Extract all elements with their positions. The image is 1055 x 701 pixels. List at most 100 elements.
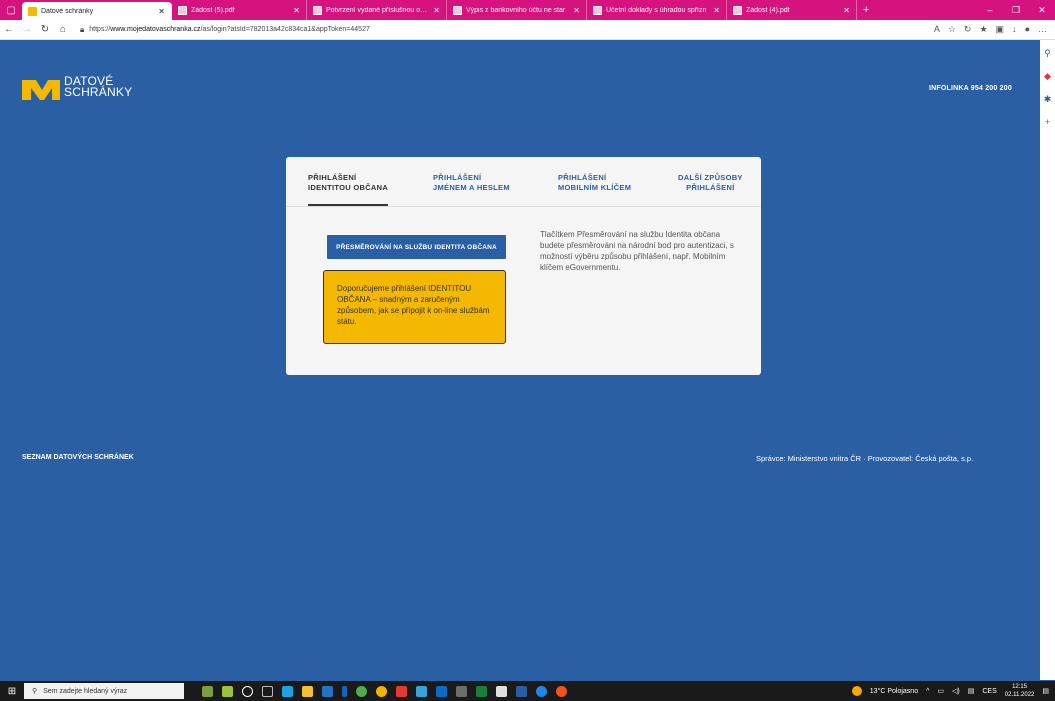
redirect-identita-obcana-button[interactable]: PŘESMĚROVÁNÍ NA SLUŽBU IDENTITA OBČANA [327, 235, 506, 259]
clock[interactable]: 12:15 02.11.2022 [1005, 683, 1035, 699]
url-path: /as/login?atsId=782013a42c834ca1&appToke… [200, 26, 370, 33]
collections-icon[interactable]: ▣ [996, 24, 1005, 35]
app-icon[interactable] [342, 685, 347, 697]
tab-title: Účetní doklady s úhradou spřízn [606, 6, 707, 14]
infoline-phone[interactable]: INFOLINKA 954 200 200 [929, 85, 1012, 92]
login-tabs: PŘIHLÁŠENÍ IDENTITOU OBČANA PŘIHLÁŠENÍ J… [286, 157, 761, 207]
seznam-datovych-schranek-link[interactable]: SEZNAM DATOVÝCH SCHRÁNEK [22, 454, 134, 461]
outlook-icon[interactable] [436, 685, 447, 697]
favorite-star-icon[interactable]: ☆ [948, 24, 956, 35]
close-window-icon[interactable]: ✕ [1029, 5, 1055, 16]
tab-label-line: IDENTITOU OBČANA [308, 183, 389, 192]
home-icon[interactable]: ⌂ [54, 24, 72, 35]
new-tab-button[interactable]: + [857, 4, 875, 16]
close-tab-icon[interactable]: ✕ [158, 7, 165, 16]
downloads-icon[interactable]: ↓ [1012, 24, 1017, 35]
tab-title: Výpis z bankovního účtu ne star [466, 6, 566, 14]
excel-icon[interactable] [476, 685, 487, 697]
app-icon[interactable] [396, 685, 407, 697]
tab-label-line: PŘIHLÁŠENÍ [308, 173, 357, 182]
pdf-favicon [593, 5, 602, 15]
search-icon[interactable]: ⚲ [1044, 48, 1051, 59]
windows-taskbar: ⊞ ⚲ Sem zadejte hledaný výraz 13°C Poloj… [0, 681, 1055, 701]
browser-tab[interactable]: Datové schránky ✕ [22, 2, 172, 20]
windows-start-icon[interactable]: ⊞ [0, 686, 24, 697]
refresh-extension-icon[interactable]: ↻ [964, 24, 972, 35]
tab-identita-obcana[interactable]: PŘIHLÁŠENÍ IDENTITOU OBČANA [308, 173, 388, 193]
favorites-icon[interactable]: ★ [979, 24, 987, 35]
extension-icon[interactable]: ✱ [1044, 94, 1052, 105]
tab-label-line: MOBILNÍM KLÍČEM [558, 183, 632, 192]
browser-tab[interactable]: Žádost (5).pdf ✕ [172, 0, 307, 20]
close-tab-icon[interactable]: ✕ [573, 6, 580, 15]
taskbar-search[interactable]: ⚲ Sem zadejte hledaný výraz [24, 683, 184, 699]
login-card: PŘIHLÁŠENÍ IDENTITOU OBČANA PŘIHLÁŠENÍ J… [286, 157, 761, 375]
minimize-icon[interactable]: – [977, 5, 1003, 16]
url-prefix: https:// [89, 26, 111, 33]
redirect-description: Tlačítkem Přesměrování na službu Identit… [540, 230, 734, 272]
language-indicator[interactable]: CES [982, 688, 996, 695]
tab-label-line: PŘIHLÁŠENÍ [686, 183, 735, 192]
calculator-icon[interactable] [496, 685, 507, 697]
tab-mobilni-klic[interactable]: PŘIHLÁŠENÍ MOBILNÍM KLÍČEM [558, 173, 631, 193]
logo-line-2: SCHRÁNKY [64, 85, 133, 99]
tabs-divider [286, 206, 761, 207]
close-tab-icon[interactable]: ✕ [843, 6, 850, 15]
browser-tab[interactable]: Výpis z bankovního účtu ne star ✕ [447, 0, 587, 20]
app-icon[interactable] [536, 685, 547, 697]
edge-icon[interactable] [282, 685, 293, 697]
read-aloud-icon[interactable]: A [934, 24, 940, 35]
app-icon[interactable] [376, 685, 387, 697]
ie-icon[interactable] [322, 685, 333, 697]
system-tray: 13°C Polojasno ^ ▭ ◁) ▤ CES 12:15 02.11.… [851, 683, 1055, 699]
browser-tab[interactable]: Žádost (4).pdf ✕ [727, 0, 857, 20]
chrome-icon[interactable] [356, 685, 367, 697]
file-explorer-icon[interactable] [302, 685, 313, 697]
back-arrow-icon[interactable]: ← [0, 24, 18, 35]
window-controls: – ❐ ✕ [977, 5, 1055, 16]
notifications-icon[interactable]: ▤ [1042, 687, 1049, 695]
chevron-up-icon[interactable]: ^ [926, 688, 929, 695]
clock-time: 12:15 [1012, 684, 1028, 690]
task-view-icon[interactable] [262, 685, 273, 697]
volume-icon[interactable]: ◁) [952, 687, 960, 695]
window-menu-icon[interactable]: ▢ [0, 0, 22, 20]
refresh-icon[interactable]: ↻ [36, 24, 54, 35]
tab-title: Žádost (5).pdf [191, 6, 235, 14]
restore-icon[interactable]: ❐ [1003, 5, 1029, 16]
tab-jmeno-heslo[interactable]: PŘIHLÁŠENÍ JMÉNEM A HESLEM [433, 173, 510, 193]
office-icon[interactable]: ◆ [1044, 71, 1051, 82]
network-icon[interactable]: ▭ [937, 687, 944, 695]
datove-schranky-logo[interactable]: DATOVÉ SCHRÁNKY [22, 75, 133, 102]
close-tab-icon[interactable]: ✕ [293, 6, 300, 15]
tab-dalsi-zpusoby[interactable]: DALŠÍ ZPŮSOBY PŘIHLÁŠENÍ [678, 173, 743, 193]
add-sidebar-icon[interactable]: + [1045, 117, 1050, 127]
app-icon[interactable] [416, 685, 427, 697]
url-field[interactable]: 🔒︎ https:// www.mojedatovaschranka.cz /a… [80, 25, 934, 35]
app-icon[interactable] [456, 685, 467, 697]
app-icon[interactable] [202, 685, 213, 697]
logo-text: DATOVÉ SCHRÁNKY [64, 75, 133, 99]
weather-text[interactable]: 13°C Polojasno [870, 688, 918, 695]
lock-icon: 🔒︎ [80, 24, 85, 34]
app-icon[interactable] [556, 685, 567, 697]
more-menu-icon[interactable]: … [1038, 24, 1047, 35]
word-icon[interactable] [516, 685, 527, 697]
keyboard-icon[interactable]: ▤ [968, 687, 975, 695]
tab-label-line: PŘIHLÁŠENÍ [558, 173, 607, 182]
toolbar-icons: A ☆ ↻ ★ ▣ ↓ ● … [934, 24, 1055, 35]
close-tab-icon[interactable]: ✕ [433, 6, 440, 15]
tab-label-line: DALŠÍ ZPŮSOBY [678, 173, 743, 182]
datove-schranky-favicon [28, 6, 37, 16]
browser-sidebar: ⚲ ◆ ✱ + [1040, 40, 1055, 680]
browser-tab[interactable]: Potvrzení vydané příslušnou obc ✕ [307, 0, 447, 20]
close-tab-icon[interactable]: ✕ [713, 6, 720, 15]
recommendation-box: Doporučujeme přihlášení IDENTITOU OBČANA… [323, 270, 506, 344]
forward-arrow-icon[interactable]: → [18, 24, 36, 35]
app-icon[interactable] [222, 685, 233, 697]
profile-avatar-icon[interactable]: ● [1025, 24, 1030, 35]
cortana-icon[interactable] [242, 685, 253, 697]
pdf-favicon [313, 5, 322, 15]
browser-tab[interactable]: Účetní doklady s úhradou spřízn ✕ [587, 0, 727, 20]
search-placeholder: Sem zadejte hledaný výraz [43, 687, 128, 695]
